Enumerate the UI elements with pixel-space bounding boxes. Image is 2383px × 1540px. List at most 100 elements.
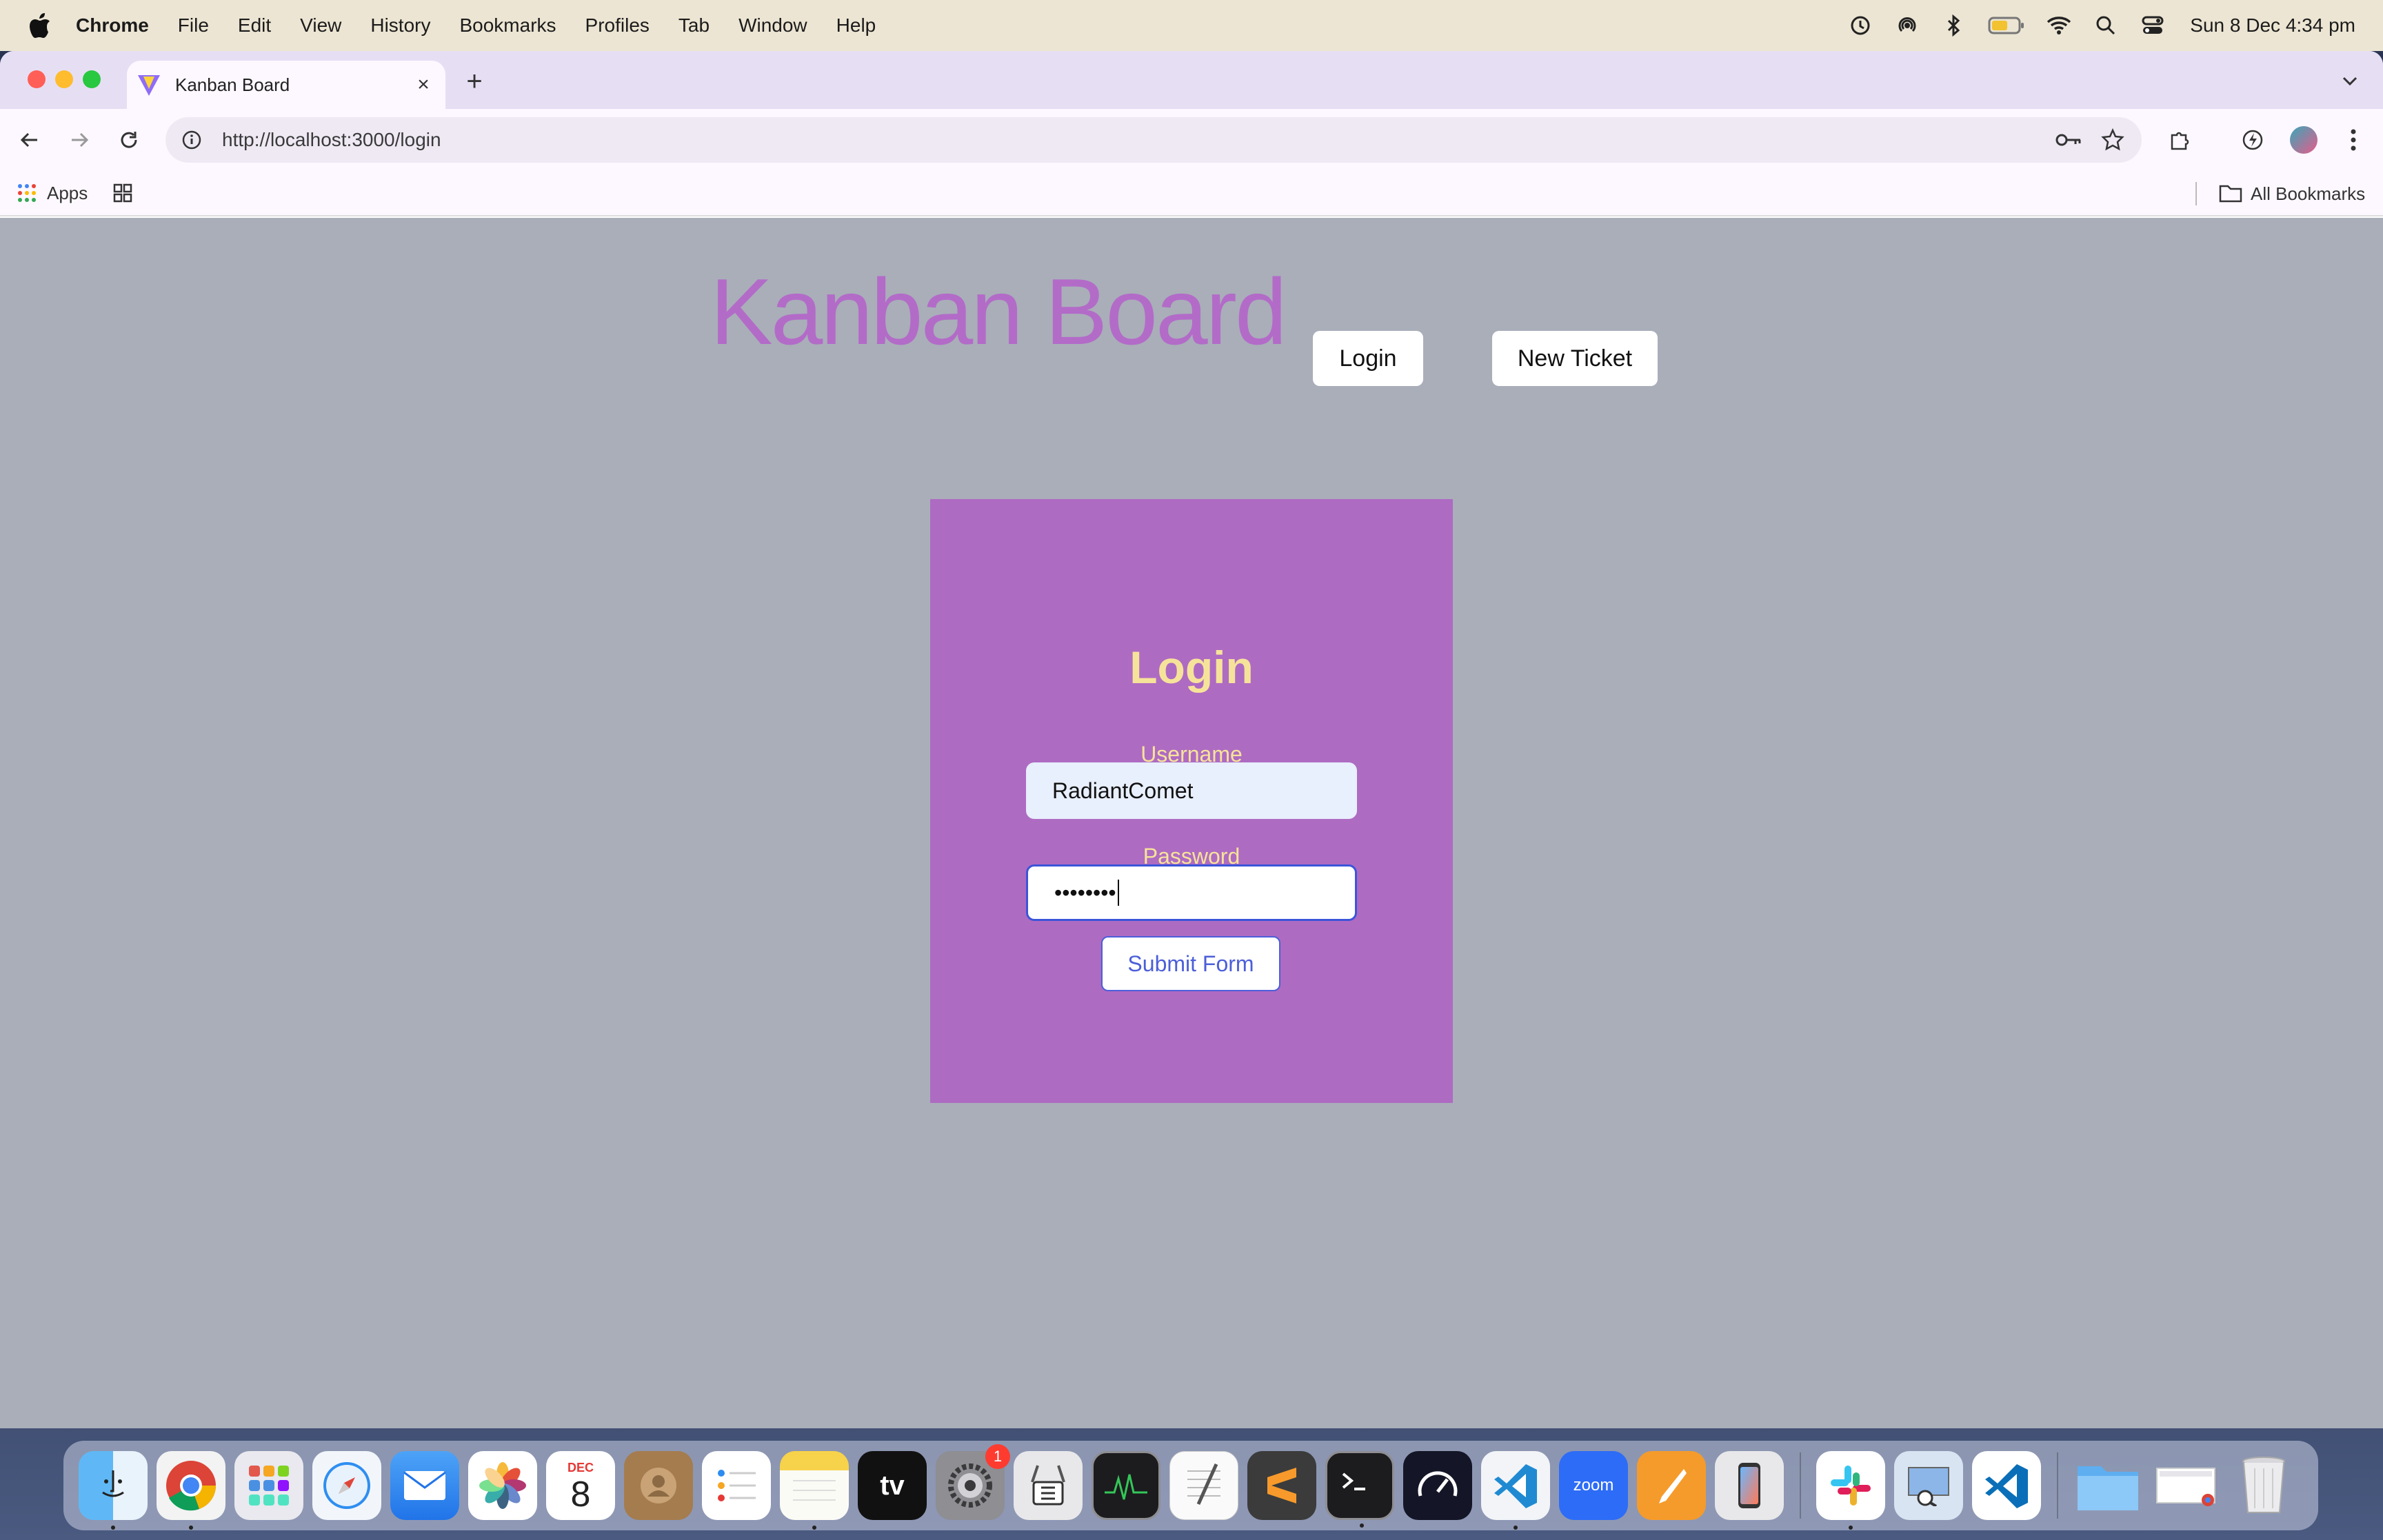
status-area: Sun 8 Dec 4:34 pm <box>1827 0 2355 51</box>
spotlight-search-icon[interactable] <box>2092 12 2120 39</box>
password-masked-value: •••••••• <box>1054 880 1116 905</box>
tab-strip: Kanban Board × + <box>0 51 2383 109</box>
photos-icon[interactable] <box>468 1451 537 1520</box>
running-indicator <box>189 1526 193 1530</box>
nav-login-button[interactable]: Login <box>1313 331 1423 386</box>
bookmarks-bar: Apps All Bookmarks <box>0 171 2383 216</box>
menu-help[interactable]: Help <box>836 14 876 37</box>
dock-separator <box>1800 1452 1801 1519</box>
nav-new-ticket-button[interactable]: New Ticket <box>1492 331 1658 386</box>
tab-kanban-board[interactable]: Kanban Board × <box>127 61 445 109</box>
apple-icon[interactable] <box>25 10 55 41</box>
url-text[interactable]: http://localhost:3000/login <box>222 129 2053 151</box>
menu-bookmarks[interactable]: Bookmarks <box>459 14 556 37</box>
control-center-icon[interactable] <box>2139 12 2166 39</box>
profile-avatar[interactable] <box>2286 123 2321 157</box>
apps-grid-icon[interactable] <box>17 183 37 203</box>
pages-icon[interactable] <box>1637 1451 1706 1520</box>
downloads-folder-icon[interactable] <box>2073 1451 2142 1520</box>
archive-utility-icon[interactable] <box>1014 1451 1083 1520</box>
running-indicator <box>812 1526 816 1530</box>
tab-search-chevron-icon[interactable] <box>2336 68 2364 95</box>
menu-app-chrome[interactable]: Chrome <box>76 14 149 37</box>
menu-history[interactable]: History <box>370 14 430 37</box>
tab-close-icon[interactable]: × <box>412 73 434 96</box>
username-input[interactable]: RadiantComet <box>1026 762 1357 819</box>
text-caret <box>1117 880 1119 906</box>
page-content: Kanban Board Login New Ticket Login User… <box>0 218 2383 1428</box>
maximize-window-button[interactable] <box>83 70 101 88</box>
menu-tab[interactable]: Tab <box>678 14 710 37</box>
wifi-icon[interactable] <box>2045 12 2073 39</box>
slack-icon[interactable] <box>1816 1451 1885 1530</box>
password-input[interactable]: •••••••• <box>1026 864 1357 921</box>
finder-icon[interactable] <box>79 1451 148 1530</box>
all-bookmarks-label[interactable]: All Bookmarks <box>2251 183 2365 205</box>
browser-window: Kanban Board × + http://localhost:3000/l… <box>0 51 2383 1428</box>
more-menu-icon[interactable] <box>2336 123 2371 157</box>
notes-icon[interactable] <box>780 1451 849 1530</box>
textedit-icon[interactable] <box>1169 1451 1238 1520</box>
contacts-icon[interactable] <box>624 1451 693 1520</box>
airdrop-icon[interactable] <box>1893 12 1921 39</box>
apps-bookmark-label[interactable]: Apps <box>47 183 88 204</box>
screenshot-stack-icon[interactable] <box>2151 1451 2220 1520</box>
mail-icon[interactable] <box>390 1451 459 1520</box>
submit-form-button[interactable]: Submit Form <box>1101 936 1280 991</box>
notification-badge: 1 <box>985 1444 1010 1469</box>
site-info-icon[interactable] <box>179 128 204 152</box>
running-indicator <box>1360 1523 1364 1528</box>
menu-window[interactable]: Window <box>738 14 807 37</box>
vscode-icon[interactable] <box>1481 1451 1550 1530</box>
preview-icon[interactable] <box>1894 1451 1963 1520</box>
minimize-window-button[interactable] <box>55 70 73 88</box>
new-tab-plus-icon[interactable]: + <box>461 68 488 95</box>
running-indicator <box>1849 1526 1853 1530</box>
zoom-icon[interactable]: zoom <box>1559 1451 1628 1520</box>
close-window-button[interactable] <box>28 70 46 88</box>
running-indicator <box>1514 1526 1518 1530</box>
menu-bar: Chrome File Edit View History Bookmarks … <box>0 0 2383 51</box>
zoom-label: zoom <box>1573 1476 1614 1495</box>
dock-separator <box>2057 1452 2058 1519</box>
dock: DEC 8 tv 1 zoom <box>63 1441 2318 1530</box>
terminal-icon[interactable] <box>1325 1451 1394 1528</box>
bookmarks-divider <box>2195 182 2197 205</box>
bluetooth-icon[interactable] <box>1940 12 1968 39</box>
activity-monitor-icon[interactable] <box>1092 1451 1160 1520</box>
running-indicator <box>111 1526 115 1530</box>
forward-arrow-icon[interactable] <box>62 123 97 157</box>
simulator-icon[interactable] <box>1715 1451 1784 1520</box>
trash-icon[interactable] <box>2229 1451 2298 1520</box>
extensions-puzzle-icon[interactable] <box>2162 123 2197 157</box>
reload-icon[interactable] <box>112 123 146 157</box>
safari-icon[interactable] <box>312 1451 381 1520</box>
system-settings-icon[interactable]: 1 <box>936 1444 1010 1520</box>
tab-groups-icon[interactable] <box>112 183 133 203</box>
username-value: RadiantComet <box>1052 778 1194 803</box>
calendar-day: 8 <box>570 1474 591 1514</box>
address-bar[interactable]: http://localhost:3000/login <box>165 117 2142 163</box>
reminders-icon[interactable] <box>702 1451 771 1520</box>
menu-bar-clock[interactable]: Sun 8 Dec 4:34 pm <box>2190 14 2355 37</box>
speedtest-icon[interactable] <box>1403 1451 1472 1520</box>
back-arrow-icon[interactable] <box>12 123 47 157</box>
login-heading: Login <box>1129 642 1254 693</box>
folder-icon[interactable] <box>2219 183 2242 207</box>
menu-profiles[interactable]: Profiles <box>585 14 650 37</box>
launchpad-icon[interactable] <box>234 1451 303 1520</box>
menu-view[interactable]: View <box>300 14 341 37</box>
menu-edit[interactable]: Edit <box>238 14 271 37</box>
time-machine-icon[interactable] <box>1847 12 1874 39</box>
bookmark-star-icon[interactable] <box>2098 125 2128 155</box>
sublime-text-icon[interactable] <box>1247 1451 1316 1520</box>
chrome-icon[interactable] <box>157 1451 225 1530</box>
vite-favicon-icon <box>138 75 160 96</box>
menu-file[interactable]: File <box>178 14 209 37</box>
battery-icon[interactable] <box>1987 12 2026 39</box>
performance-icon[interactable] <box>2235 123 2270 157</box>
password-key-icon[interactable] <box>2053 125 2084 155</box>
calendar-icon[interactable]: DEC 8 <box>546 1451 615 1520</box>
apple-tv-icon[interactable]: tv <box>858 1451 927 1520</box>
vscode-insiders-icon[interactable] <box>1972 1451 2041 1520</box>
